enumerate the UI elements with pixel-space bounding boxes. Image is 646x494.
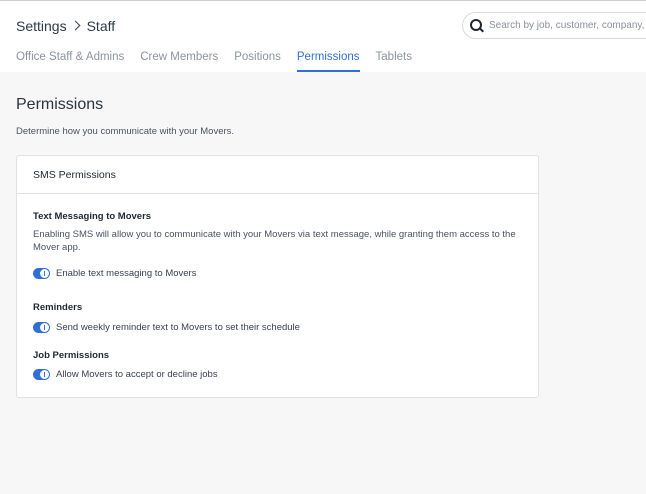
toggle-accept-decline-jobs[interactable]: [33, 368, 50, 380]
page-header: Settings Staff Office Staff & Admins Cre…: [0, 1, 646, 72]
tab-office-staff-admins[interactable]: Office Staff & Admins: [16, 51, 124, 72]
toggle-row-text-messaging: Enable text messaging to Movers: [33, 266, 196, 280]
breadcrumb-settings[interactable]: Settings: [16, 18, 67, 34]
page-title: Permissions: [16, 96, 104, 113]
tab-tablets[interactable]: Tablets: [376, 51, 412, 72]
search-box[interactable]: [462, 12, 646, 39]
tab-crew-members[interactable]: Crew Members: [140, 51, 218, 72]
page-subtitle: Determine how you communicate with your …: [16, 126, 235, 137]
search-icon: [470, 18, 484, 33]
tab-bar: Office Staff & Admins Crew Members Posit…: [16, 51, 428, 72]
toggle-knob: [40, 322, 49, 332]
toggle-row-job-permissions: Allow Movers to accept or decline jobs: [33, 367, 218, 381]
sms-permissions-card: SMS Permissions Text Messaging to Movers…: [16, 155, 539, 398]
toggle-enable-text-messaging[interactable]: [33, 267, 50, 279]
tab-permissions[interactable]: Permissions: [296, 51, 360, 72]
card-title: SMS Permissions: [17, 156, 538, 194]
toggle-weekly-reminder[interactable]: [33, 321, 50, 333]
toggle-row-reminders: Send weekly reminder text to Movers to s…: [33, 320, 300, 334]
toggle-label-job-permissions: Allow Movers to accept or decline jobs: [56, 368, 218, 380]
section-description-text-messaging: Enabling SMS will allow you to communica…: [33, 229, 516, 253]
toggle-label-text-messaging: Enable text messaging to Movers: [56, 267, 197, 279]
section-title-job-permissions: Job Permissions: [33, 350, 110, 361]
chevron-right-icon: [67, 19, 87, 33]
section-title-text-messaging: Text Messaging to Movers: [33, 211, 152, 222]
toggle-knob: [40, 369, 49, 379]
toggle-knob: [40, 268, 49, 278]
section-title-reminders: Reminders: [33, 302, 83, 313]
toggle-label-reminders: Send weekly reminder text to Movers to s…: [56, 321, 300, 333]
search-input[interactable]: [489, 20, 646, 31]
breadcrumb-staff: Staff: [86, 18, 116, 34]
breadcrumb: Settings Staff: [16, 17, 115, 35]
tab-positions[interactable]: Positions: [234, 51, 281, 72]
